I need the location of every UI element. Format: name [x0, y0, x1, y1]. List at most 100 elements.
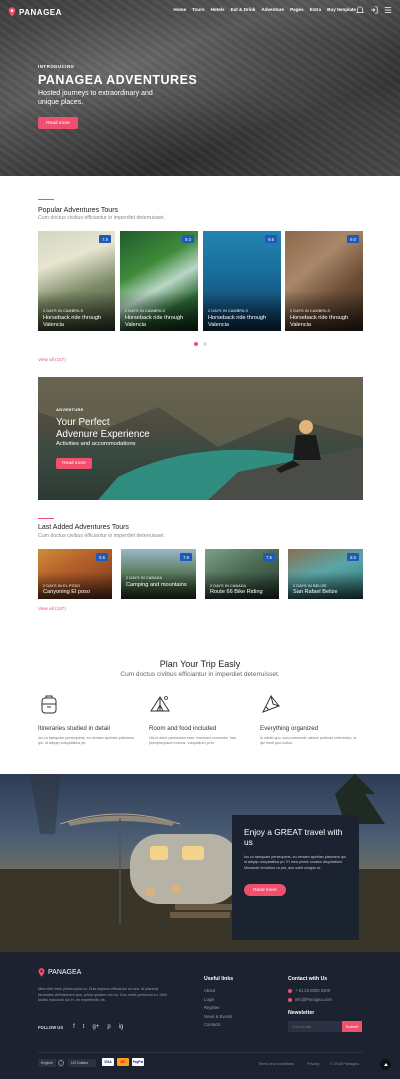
email-address: info@Panagea.com	[295, 997, 332, 1002]
login-icon[interactable]	[370, 6, 378, 14]
globe-icon	[58, 1059, 64, 1067]
popular-view-all-link[interactable]: View all (157)	[38, 357, 66, 362]
facebook-icon[interactable]: f	[73, 1024, 75, 1030]
rating-badge: 9.5	[265, 235, 277, 243]
contact-title: Contact with Us	[288, 976, 328, 982]
rating-badge: 8.5	[96, 553, 108, 561]
banner-text: ADVENTURE Your Perfect Advenure Experien…	[56, 407, 150, 447]
feature-text: Ius cu tamquam persequeris, eu veniam ap…	[38, 736, 134, 746]
phone-icon	[288, 988, 292, 993]
rating-badge: 7.5	[263, 553, 275, 561]
brand-name: PANAGEA	[19, 7, 62, 17]
menu-item-home[interactable]: Home	[173, 7, 186, 12]
tour-card[interactable]: 9.3 2 DAYS IN CAMBRILS Horseback ride th…	[120, 231, 198, 331]
tour-card[interactable]: 7.9 2 DAYS IN CANADA Camping and mountai…	[121, 549, 196, 599]
footer-divider	[38, 1052, 363, 1053]
camping-title: Enjoy a GREAT travel with us	[244, 827, 343, 847]
footer-brand: PANAGEA	[48, 969, 82, 976]
latest-title: Last Added Adventures Tours	[38, 524, 129, 531]
google-plus-icon[interactable]: g+	[92, 1024, 99, 1030]
section-divider	[38, 199, 54, 200]
plan-title: Plan Your Trip Easly	[159, 659, 241, 669]
card-title: Horseback ride through Valencia	[208, 315, 267, 328]
feature-text: In sitnisl quo, cum commodo ratione pert…	[260, 736, 357, 746]
card-meta: 2 DAYS IN CANADA	[126, 576, 163, 580]
menu-icon[interactable]	[384, 6, 392, 14]
tour-card[interactable]: 7.9 2 DAYS IN CAMBRILS Horseback ride th…	[38, 231, 115, 331]
instagram-icon[interactable]: ig	[119, 1024, 124, 1030]
phone-number: + 61 23 8093 3400	[295, 988, 331, 993]
map-pin-icon	[38, 968, 45, 977]
newsletter-submit-button[interactable]: Submit	[342, 1021, 362, 1032]
hero-read-more-button[interactable]: Read more	[38, 117, 78, 129]
privacy-link[interactable]: Privacy	[307, 1062, 319, 1066]
banner-subtitle: Activities and accommodations	[56, 441, 136, 447]
tour-card[interactable]: 9.0 2 DAYS IN CAMBRILS Horseback ride th…	[285, 231, 363, 331]
bell-icon[interactable]	[356, 6, 364, 14]
menu-item-extra[interactable]: Extra	[310, 7, 322, 12]
plan-subtitle: Cum doctus civibus efficiantur in imperd…	[120, 671, 280, 678]
footer-link-news-events[interactable]: News & Events	[204, 1014, 232, 1019]
menu-item-tours[interactable]: Tours	[192, 7, 204, 12]
banner-title-line2: Advenure Experience	[56, 428, 150, 440]
feature-room-food: Room and food included His ei dolor pari…	[149, 693, 249, 746]
card-title: San Rafael Belize	[293, 589, 338, 595]
brand-logo[interactable]: PANAGEA	[8, 7, 62, 17]
tent-icon	[150, 696, 170, 712]
banner-intro: ADVENTURE	[56, 407, 84, 412]
pinterest-icon[interactable]: p	[107, 1024, 110, 1030]
contact-email[interactable]: info@Panagea.com	[288, 997, 332, 1002]
latest-view-all-link[interactable]: View all (157)	[38, 606, 66, 611]
compass-icon	[261, 694, 281, 713]
card-meta: 2 DAYS IN CAMBRILS	[125, 309, 166, 313]
nav-icons	[356, 6, 392, 14]
footer-about-text: Mea nibh meis philosophia eu. Duis legim…	[38, 987, 167, 1002]
contact-phone[interactable]: + 61 23 8093 3400	[288, 988, 332, 993]
menu-item-buy-template[interactable]: Buy template	[327, 7, 356, 12]
footer-link-contacts[interactable]: Contacts	[204, 1022, 232, 1027]
newsletter-email-input[interactable]	[288, 1021, 342, 1032]
menu-item-pages[interactable]: Pages	[290, 7, 304, 12]
card-title: Horseback ride through Valencia	[290, 315, 349, 328]
feature-title: Itineraries studied in detail	[38, 725, 110, 732]
banner-read-more-button[interactable]: Read more	[56, 458, 92, 469]
arrow-up-icon	[383, 1062, 388, 1066]
currency-select[interactable]: US Dollars	[68, 1059, 96, 1067]
footer-link-about[interactable]: About	[204, 988, 232, 993]
carousel-dot[interactable]	[203, 342, 207, 346]
carousel-dot-active[interactable]	[194, 342, 198, 346]
paypal-icon: PayPal	[132, 1058, 144, 1066]
footer-logo[interactable]: PANAGEA	[38, 968, 81, 977]
footer-link-login[interactable]: Login	[204, 997, 232, 1002]
tour-card[interactable]: 7.5 2 DAYS IN CANADA Route 66 Bike Ridin…	[205, 549, 279, 599]
tour-card[interactable]: 8.0 2 DAYS IN BELIZE San Rafael Belize	[288, 549, 363, 599]
useful-links-list: About Login Register News & Events Conta…	[204, 988, 232, 1027]
useful-links-title: Useful links	[204, 976, 234, 982]
follow-us: FOLLOW US f t g+ p ig	[38, 1024, 123, 1030]
card-meta: 2 DAYS IN CANADA	[210, 584, 247, 588]
tour-card[interactable]: 8.5 2 DAYS IN EL POSO Canyoning El poso	[38, 549, 112, 599]
follow-label: FOLLOW US	[38, 1024, 64, 1030]
card-title: Canyoning El poso	[43, 589, 90, 595]
banner-title-line1: Your Perfect	[56, 417, 110, 428]
card-title: Horseback ride through Valencia	[43, 315, 102, 328]
back-to-top-button[interactable]	[380, 1059, 391, 1070]
card-title: Horseback ride through Valencia	[125, 315, 184, 328]
mastercard-icon: MC	[117, 1058, 129, 1066]
map-pin-icon	[8, 7, 16, 17]
terms-link[interactable]: Terms and conditions	[258, 1062, 294, 1066]
twitter-icon[interactable]: t	[83, 1024, 85, 1030]
card-meta: 2 DAYS IN CAMBRILS	[290, 309, 331, 313]
rating-badge: 9.3	[182, 235, 194, 243]
menu-item-adventure[interactable]: Adventure	[261, 7, 284, 12]
adventure-banner: ADVENTURE Your Perfect Advenure Experien…	[38, 377, 363, 500]
rating-badge: 8.0	[347, 553, 359, 561]
camping-read-more-button[interactable]: Read more	[244, 884, 286, 896]
camping-promo-box: Enjoy a GREAT travel with us Ius cu tamq…	[232, 815, 359, 940]
tour-card[interactable]: 9.5 2 DAYS IN CAMBRILS Horseback ride th…	[203, 231, 281, 331]
language-select[interactable]: English	[38, 1059, 56, 1067]
footer-link-register[interactable]: Register	[204, 1005, 232, 1010]
menu-item-hotels[interactable]: Hotels	[211, 7, 225, 12]
carousel-dots	[194, 342, 207, 346]
menu-item-eat-drink[interactable]: Eat & Drink	[231, 7, 256, 12]
